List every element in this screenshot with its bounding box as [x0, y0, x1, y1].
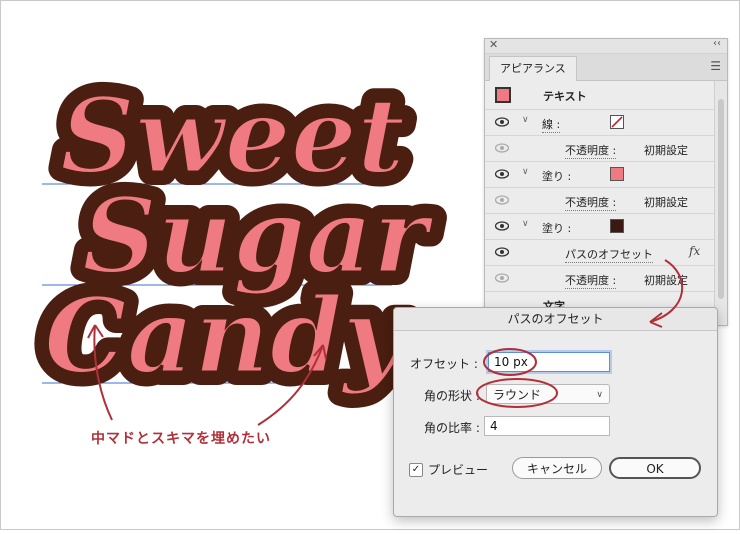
fill-brown-swatch[interactable] [610, 219, 624, 233]
chevron-down-icon[interactable]: ∨ [522, 115, 529, 125]
joins-select-value: ラウンド [493, 388, 542, 402]
joins-label: 角の形状 : [424, 389, 480, 403]
ok-button[interactable]: OK [609, 457, 701, 479]
preview-label[interactable]: プレビュー [428, 461, 488, 478]
appearance-panel: ✕ ‹‹ アピアランス ☰ テキスト ∨ 線 : 不透明度: 初期設定 ∨ 塗… [484, 38, 728, 326]
visibility-eye-icon[interactable] [495, 143, 509, 153]
appearance-row-fill-brown[interactable]: ∨ 塗り : [485, 214, 715, 240]
visibility-eye-icon[interactable] [495, 221, 509, 231]
offset-label: オフセット : [410, 357, 478, 371]
appearance-row-opacity[interactable]: 不透明度 : 初期設定 [485, 136, 715, 162]
offset-input[interactable] [488, 352, 610, 372]
text-thumbnail-swatch [495, 87, 511, 103]
visibility-eye-icon[interactable] [495, 117, 509, 127]
collapse-icon[interactable]: ‹‹ [713, 38, 721, 49]
stroke-none-swatch[interactable] [610, 115, 624, 129]
preview-checkbox[interactable]: ✓ [409, 463, 423, 477]
appearance-row-label: 塗り : [542, 170, 572, 183]
appearance-row-label: テキスト [543, 90, 587, 103]
appearance-row-opacity[interactable]: 不透明度 : 初期設定 [485, 188, 715, 214]
annotation-note: 中マドとスキマを埋めたい [91, 431, 271, 447]
panel-scrollbar[interactable] [714, 81, 727, 325]
chevron-down-icon[interactable]: ∨ [522, 167, 529, 177]
fill-pink-swatch[interactable] [610, 167, 624, 181]
visibility-eye-icon[interactable] [495, 247, 509, 257]
appearance-row-opacity[interactable]: 不透明度 : 初期設定 [485, 266, 715, 292]
opacity-value: 初期設定 [644, 196, 688, 209]
miter-limit-input[interactable] [484, 416, 610, 436]
opacity-value: 初期設定 [644, 144, 688, 157]
panel-menu-icon[interactable]: ☰ [710, 59, 721, 73]
appearance-row-stroke[interactable]: ∨ 線 : [485, 110, 715, 136]
offset-path-dialog: パスのオフセット オフセット : 角の形状 : ラウンド ∨ 角の比率 : ✓ … [393, 307, 718, 517]
opacity-value: 初期設定 [644, 274, 688, 287]
fx-icon[interactable]: fx [689, 244, 700, 258]
dialog-title: パスのオフセット [394, 308, 717, 331]
appearance-row-fill-pink[interactable]: ∨ 塗り : [485, 162, 715, 188]
appearance-row-offset-effect[interactable]: パスのオフセット fx [485, 240, 715, 266]
appearance-row-label[interactable]: 不透明度 : [565, 272, 617, 289]
joins-select[interactable]: ラウンド ∨ [486, 384, 610, 404]
visibility-eye-icon[interactable] [495, 195, 509, 205]
offset-path-effect-link[interactable]: パスのオフセット [565, 246, 653, 263]
chevron-down-icon: ∨ [596, 390, 603, 400]
miter-label: 角の比率 : [424, 421, 480, 435]
chevron-down-icon[interactable]: ∨ [522, 219, 529, 229]
appearance-list: テキスト ∨ 線 : 不透明度 : 初期設定 ∨ 塗り: 不透明度: 初期設… [485, 81, 715, 325]
visibility-eye-icon[interactable] [495, 169, 509, 179]
visibility-eye-icon[interactable] [495, 273, 509, 283]
appearance-row-label[interactable]: 不透明度 : [565, 142, 617, 159]
cancel-button[interactable]: キャンセル [512, 457, 602, 479]
scrollbar-thumb[interactable] [718, 99, 724, 299]
appearance-row-label[interactable]: 不透明度 : [565, 194, 617, 211]
tab-appearance[interactable]: アピアランス [489, 56, 577, 81]
panel-tabbar: アピアランス ☰ [485, 54, 727, 81]
panel-topbar: ✕ ‹‹ [485, 38, 727, 54]
close-icon[interactable]: ✕ [489, 38, 498, 51]
appearance-row-label[interactable]: 線 : [542, 116, 561, 133]
appearance-row-text[interactable]: テキスト [485, 81, 715, 110]
appearance-row-label: 塗り : [542, 222, 572, 235]
art-word-candy-fill: Candy [44, 274, 409, 397]
